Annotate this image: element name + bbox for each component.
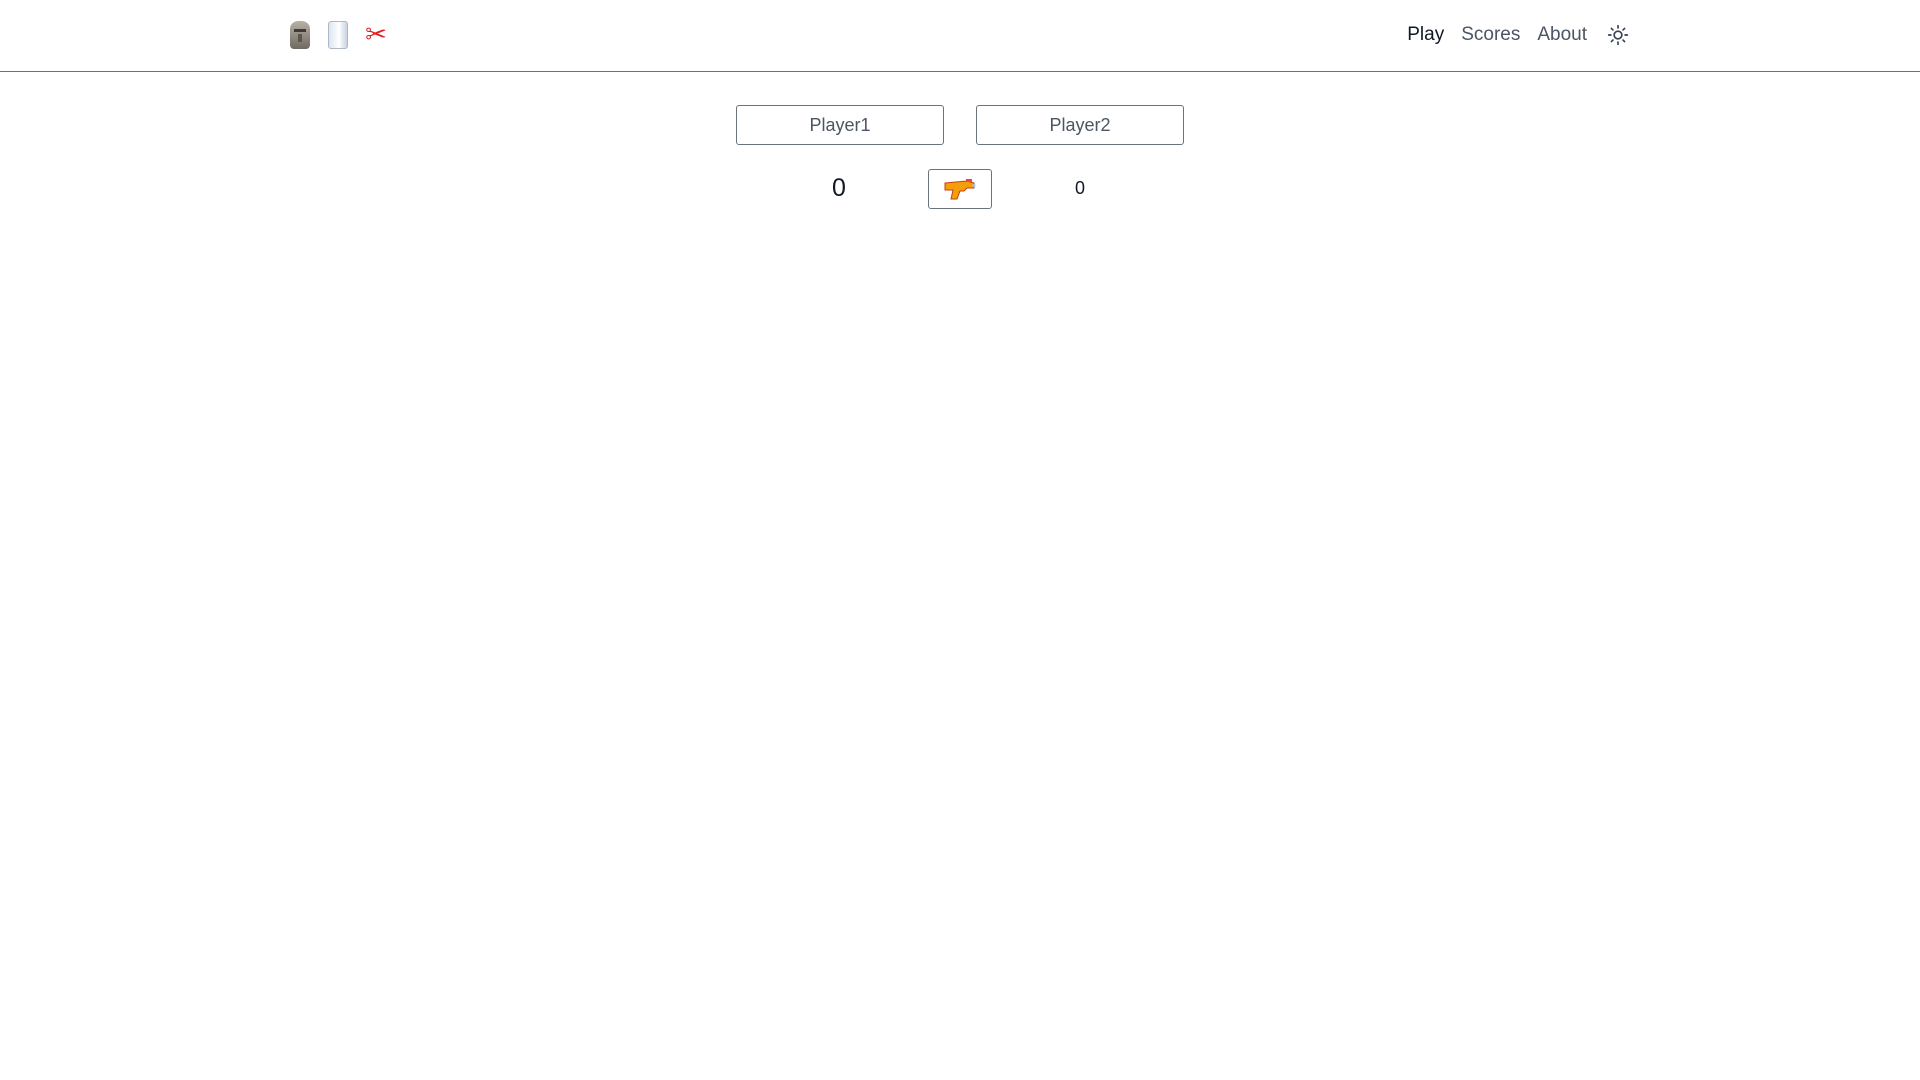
- player2-button[interactable]: Player2: [976, 105, 1184, 145]
- water-pistol-icon: [943, 175, 977, 204]
- water-pistol-button[interactable]: [928, 169, 992, 209]
- player-buttons: Player1 Player2: [736, 105, 1184, 145]
- player2-score: 0: [1075, 178, 1086, 198]
- player1-score: 0: [832, 174, 846, 202]
- moai-icon: [285, 18, 315, 52]
- scissors-icon: ✂: [365, 20, 387, 50]
- main-nav: Play Scores About: [1407, 23, 1630, 47]
- header: ✂ Play Scores About: [0, 0, 1920, 72]
- logo[interactable]: ✂: [285, 18, 391, 52]
- sun-icon[interactable]: [1606, 23, 1630, 47]
- paper-icon: [323, 18, 353, 52]
- nav-play-link[interactable]: Play: [1407, 24, 1444, 46]
- nav-scores-link[interactable]: Scores: [1461, 24, 1520, 46]
- nav-about-link[interactable]: About: [1537, 24, 1587, 46]
- player1-button[interactable]: Player1: [736, 105, 944, 145]
